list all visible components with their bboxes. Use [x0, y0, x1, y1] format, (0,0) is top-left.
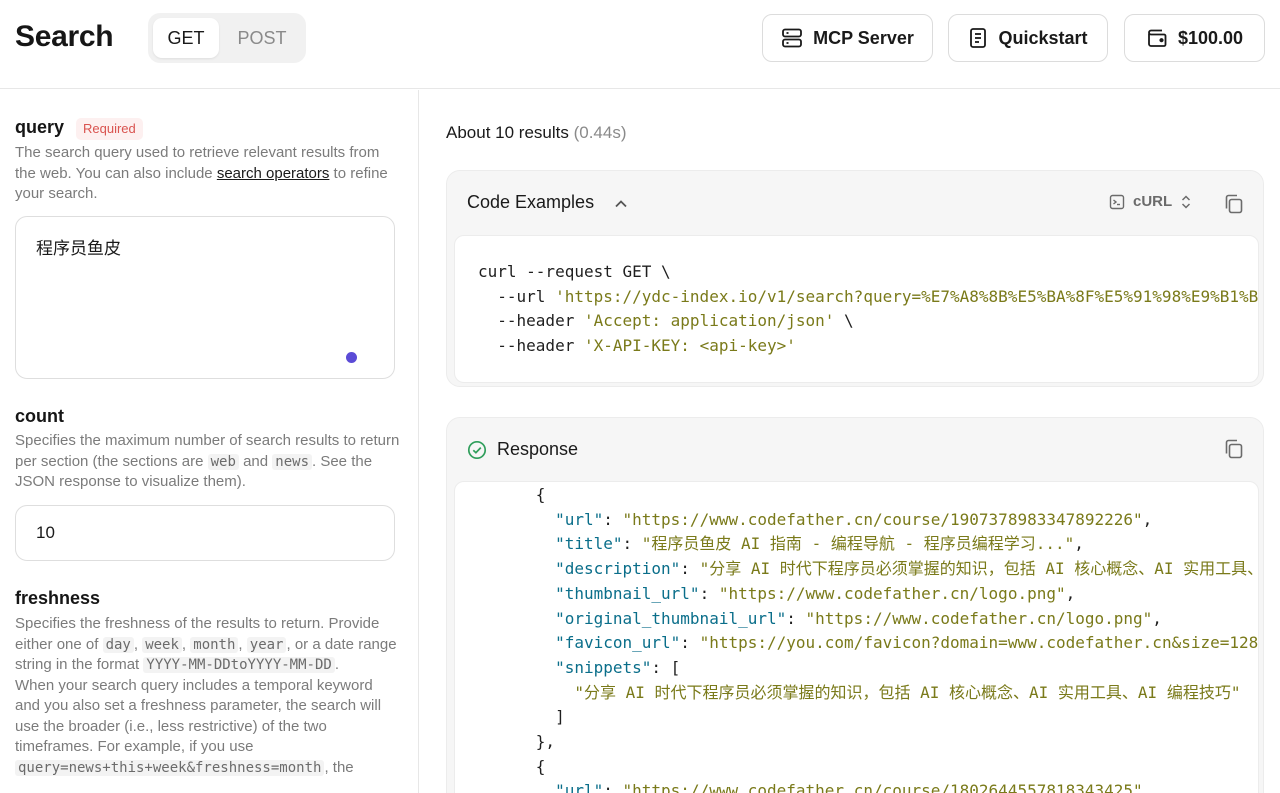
json-val-thumbnail: "https://www.codefather.cn/logo.png"	[718, 583, 1066, 603]
code-line-4-header: 'X-API-KEY: <api-key>'	[583, 336, 796, 356]
json-line: ]	[478, 707, 565, 727]
quickstart-label: Quickstart	[998, 27, 1088, 48]
query-param-name: query	[15, 117, 65, 137]
code-line-3-flag: --header	[478, 311, 584, 331]
json-val-description: "分享 AI 时代下程序员必须掌握的知识，包括 AI 核心概念、AI 实用工具、…	[699, 559, 1258, 579]
response-json-block: { "url": "https://www.codefather.cn/cour…	[454, 481, 1259, 793]
freshness-desc-tail: , the	[324, 758, 354, 776]
code-line-3-header: 'Accept: application/json'	[583, 311, 835, 331]
status-dot-icon	[346, 352, 357, 363]
count-input[interactable]: 10	[15, 505, 395, 561]
code-year: year	[246, 636, 287, 653]
language-select[interactable]: cURL	[1109, 193, 1192, 210]
results-time: (0.44s)	[573, 123, 627, 142]
check-circle-icon	[467, 440, 487, 460]
header: Search GET POST MCP Server Quickstart $1…	[0, 0, 1280, 89]
code-line-2-flag: --url	[478, 286, 556, 306]
code-block: curl --request GET \ --url 'https://ydc-…	[454, 235, 1259, 383]
code-line-4-flag: --header	[478, 336, 584, 356]
mcp-server-button[interactable]: MCP Server	[762, 14, 933, 62]
code-line-2-url: 'https://ydc-index.io/v1/search?query=%E…	[555, 286, 1259, 306]
quickstart-button[interactable]: Quickstart	[948, 14, 1108, 62]
query-value: 程序员鱼皮	[36, 239, 121, 258]
code-day: day	[102, 636, 134, 653]
json-line: },	[478, 732, 556, 752]
results-count: About 10 results	[446, 123, 569, 142]
method-get-tab[interactable]: GET	[153, 18, 219, 58]
json-val-title: "程序员鱼皮 AI 指南 - 编程导航 - 程序员编程学习..."	[641, 534, 1075, 554]
query-description: The search query used to retrieve releva…	[15, 143, 400, 205]
count-description: Specifies the maximum number of search r…	[15, 431, 400, 493]
copy-icon[interactable]	[1223, 193, 1245, 215]
response-json-text: { "url": "https://www.codefather.cn/cour…	[478, 483, 1259, 793]
query-textarea[interactable]: 程序员鱼皮	[15, 216, 395, 379]
code-news: news	[272, 453, 312, 470]
json-val-snippet: "分享 AI 时代下程序员必须掌握的知识，包括 AI 核心概念、AI 实用工具、…	[574, 682, 1241, 702]
balance-button[interactable]: $100.00	[1124, 14, 1265, 62]
json-key-url: "url"	[555, 509, 604, 529]
response-title: Response	[497, 439, 579, 459]
parameters-panel: query Required The search query used to …	[0, 90, 419, 793]
server-icon	[782, 28, 803, 48]
method-post-tab[interactable]: POST	[226, 18, 298, 58]
copy-icon[interactable]	[1223, 438, 1245, 460]
json-val-original-thumbnail: "https://www.codefather.cn/logo.png"	[805, 608, 1153, 628]
json-line: {	[478, 756, 546, 776]
json-key-thumbnail: "thumbnail_url"	[555, 583, 700, 603]
method-toggle: GET POST	[148, 13, 306, 63]
required-badge: Required	[76, 118, 143, 140]
code-line-3-end: \	[834, 311, 854, 331]
freshness-param-name: freshness	[15, 588, 101, 608]
response-card: Response { "url": "https://www.codefathe…	[446, 417, 1264, 793]
document-icon	[970, 28, 987, 48]
json-val-url: "https://www.codefather.cn/course/180264…	[622, 781, 1143, 793]
code-text: curl --request GET \ --url 'https://ydc-…	[478, 260, 1258, 359]
chevron-updown-icon	[1182, 194, 1191, 209]
code-date-range: YYYY-MM-DDtoYYYY-MM-DD	[143, 657, 335, 673]
code-examples-card: Code Examples cURL curl --request GET \ …	[446, 170, 1264, 387]
code-line-1: curl --request GET \	[478, 262, 671, 281]
count-param-name: count	[15, 406, 64, 426]
chevron-up-icon[interactable]	[613, 196, 629, 212]
results-summary: About 10 results (0.44s)	[446, 123, 627, 143]
json-key-title: "title"	[555, 534, 623, 554]
page-title: Search	[15, 20, 114, 53]
count-desc-and: and	[238, 452, 273, 470]
json-key-url: "url"	[555, 781, 604, 793]
json-key-favicon: "favicon_url"	[555, 633, 681, 653]
json-line: {	[478, 485, 546, 504]
search-operators-link[interactable]: search operators	[217, 165, 330, 182]
mcp-server-label: MCP Server	[813, 27, 914, 48]
code-month: month	[190, 636, 239, 653]
balance-label: $100.00	[1177, 27, 1244, 48]
code-example: query=news+this+week&freshness=month	[15, 759, 325, 776]
json-val-favicon: "https://you.com/favicon?domain=www.code…	[699, 633, 1259, 653]
terminal-icon	[1109, 194, 1125, 209]
code-examples-title: Code Examples	[467, 192, 595, 212]
code-week: week	[142, 636, 182, 653]
json-key-snippets: "snippets"	[555, 657, 652, 677]
wallet-icon	[1148, 29, 1167, 47]
json-val-url: "https://www.codefather.cn/course/190737…	[622, 509, 1143, 529]
freshness-desc-period: .	[334, 656, 339, 673]
json-key-description: "description"	[555, 559, 681, 579]
freshness-description: Specifies the freshness of the results t…	[15, 615, 397, 776]
json-key-original-thumbnail: "original_thumbnail_url"	[555, 608, 787, 628]
code-web: web	[207, 453, 239, 470]
language-label: cURL	[1133, 193, 1173, 210]
freshness-desc-temporal: When your search query includes a tempor…	[15, 676, 382, 756]
